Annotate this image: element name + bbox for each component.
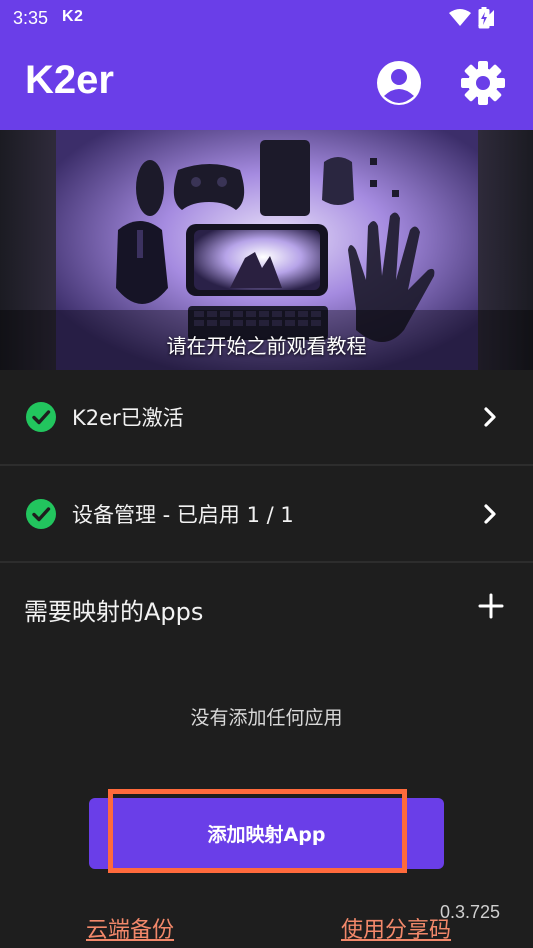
add-icon[interactable]: [476, 591, 506, 621]
settings-button[interactable]: [458, 58, 508, 108]
cloud-backup-link[interactable]: 云端备份: [86, 912, 174, 944]
activation-status-row[interactable]: K2er已激活: [0, 370, 533, 464]
empty-apps-text: 没有添加任何应用: [190, 707, 343, 729]
battery-icon: [478, 7, 490, 29]
status-app-indicator: K2: [62, 8, 84, 25]
tutorial-banner[interactable]: 请在开始之前观看教程: [0, 130, 533, 370]
add-mapped-app-label: 添加映射App: [207, 824, 326, 846]
check-circle-icon: [26, 402, 56, 432]
banner-caption: 请在开始之前观看教程: [166, 334, 367, 358]
app-title: K2er: [25, 58, 114, 102]
mapped-apps-title: 需要映射的Apps: [24, 598, 204, 626]
wifi-icon: [449, 9, 471, 26]
activation-status-label: K2er已激活: [72, 406, 184, 430]
account-button[interactable]: [374, 58, 424, 108]
device-management-row[interactable]: 设备管理 - 已启用 1 / 1: [0, 467, 533, 561]
status-time: 3:35: [13, 8, 49, 28]
chevron-right-icon: [484, 504, 496, 524]
account-icon: [377, 61, 421, 105]
check-circle-icon: [26, 499, 56, 529]
add-mapped-app-button[interactable]: 添加映射App: [89, 798, 444, 869]
status-bar: 3:35 K2: [0, 0, 533, 36]
app-bar: K2er: [0, 36, 533, 130]
share-code-link[interactable]: 使用分享码: [341, 912, 451, 944]
divider: [0, 464, 533, 466]
mapped-apps-section: 需要映射的Apps 没有添加任何应用 添加映射App 0.3.725 云端备份 …: [0, 563, 533, 948]
settings-gear-icon: [461, 61, 505, 105]
device-management-label: 设备管理 - 已启用 1 / 1: [72, 503, 294, 527]
chevron-right-icon: [484, 407, 496, 427]
